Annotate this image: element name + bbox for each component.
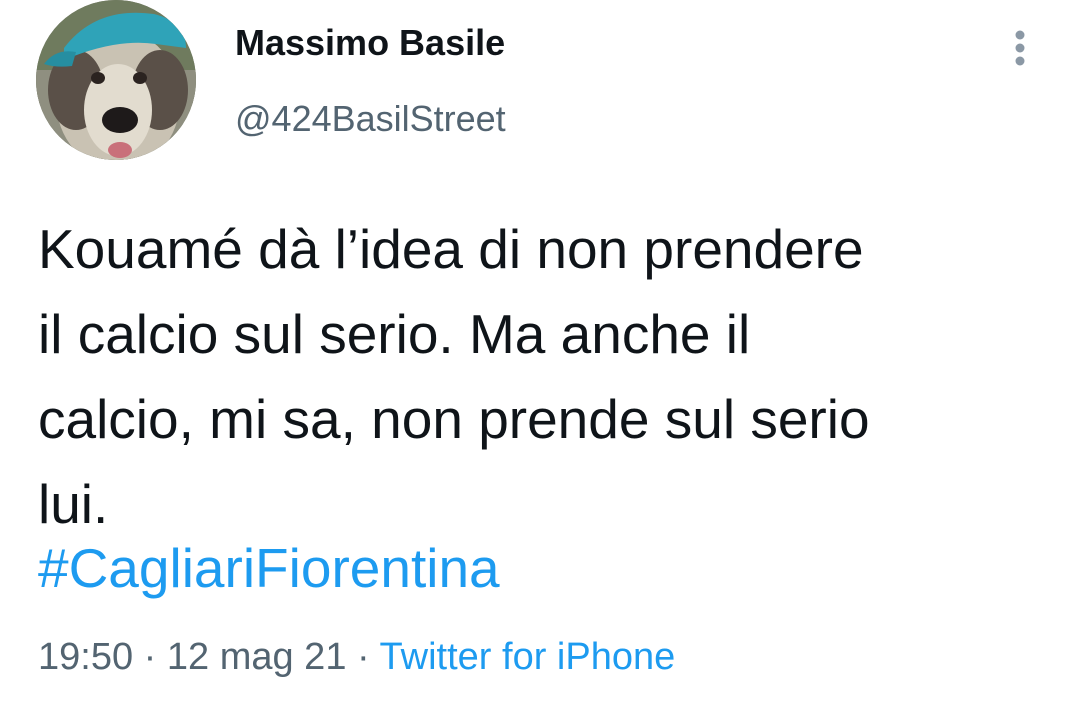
tweet-text-line: il calcio sul serio. Ma anche il (38, 303, 751, 365)
avatar[interactable] (36, 0, 196, 160)
tweet-date[interactable]: 12 mag 21 (167, 636, 347, 678)
more-vertical-icon (1015, 30, 1025, 66)
dog-avatar-image (36, 0, 196, 160)
tweet-text-line: calcio, mi sa, non prende sul serio (38, 388, 870, 450)
tweet-source-link[interactable]: Twitter for iPhone (380, 636, 676, 678)
tweet-text: Kouamé dà l’idea di non prendere il calc… (38, 207, 1048, 547)
meta-separator: · (143, 636, 157, 678)
more-options-button[interactable] (1000, 26, 1040, 70)
author-handle[interactable]: @424BasilStreet (235, 98, 506, 140)
author-display-name[interactable]: Massimo Basile (235, 22, 505, 64)
tweet-text-line: lui. (38, 473, 109, 535)
hashtag-link[interactable]: #CagliariFiorentina (38, 536, 500, 600)
tweet-text-line: Kouamé dà l’idea di non prendere (38, 218, 864, 280)
meta-separator: · (357, 636, 370, 678)
tweet-time[interactable]: 19:50 (38, 636, 133, 678)
tweet-meta: 19:50 · 12 mag 21 · Twitter for iPhone (38, 636, 675, 679)
